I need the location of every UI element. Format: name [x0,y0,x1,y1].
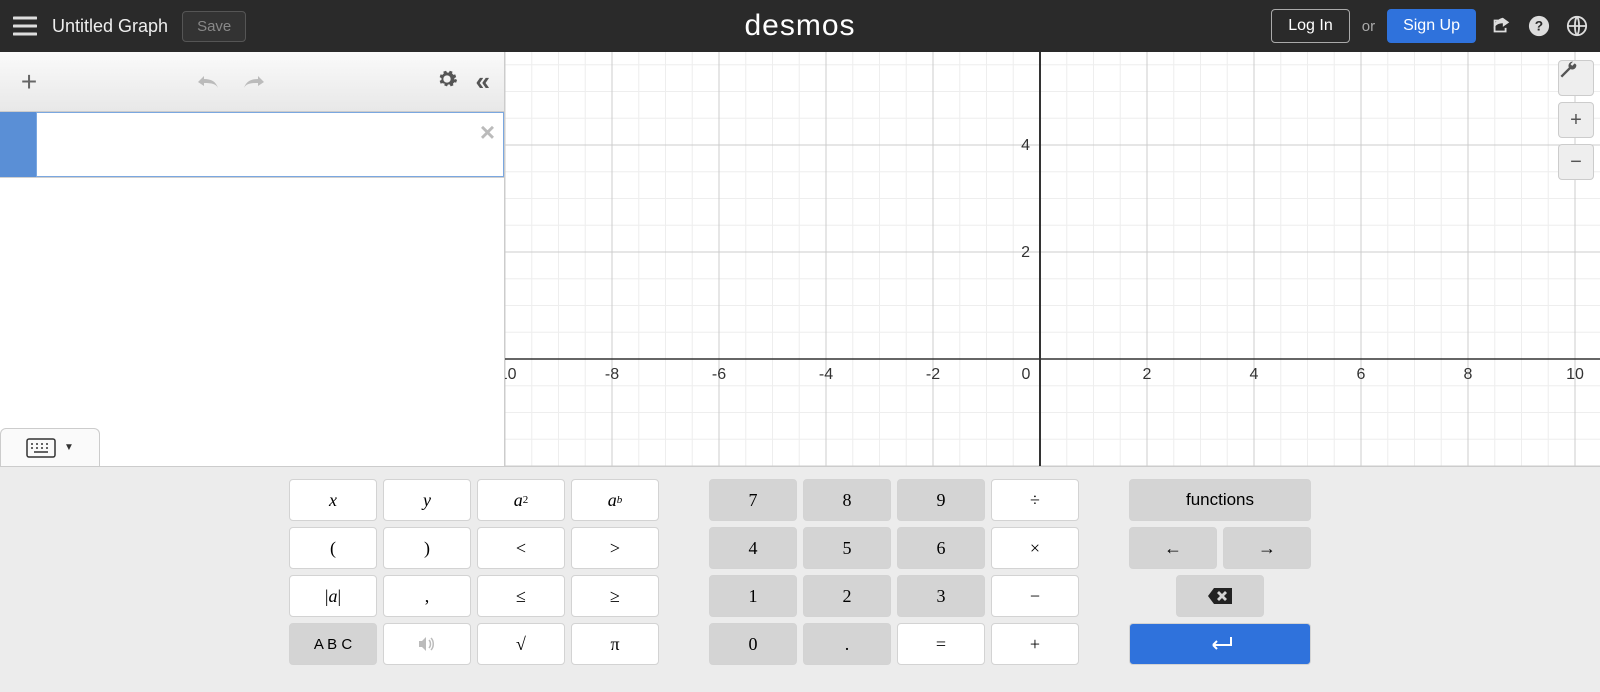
expression-sidebar: + « × [0,52,505,466]
expression-input[interactable]: × [36,112,504,177]
chevron-down-icon: ▼ [64,442,74,453]
app-header: Untitled Graph Save desmos Log In or Sig… [0,0,1600,52]
zoom-in-button[interactable]: + [1558,102,1594,138]
kbd-group-digits: 7 8 9 ÷ 4 5 6 × 1 2 3 − 0 . = + [709,479,1079,692]
key-abs[interactable]: |a| [289,575,377,617]
svg-text:4: 4 [1250,366,1259,383]
svg-text:-4: -4 [819,366,833,383]
or-text: or [1362,18,1375,35]
expression-row: × [0,112,504,178]
key-equals[interactable]: = [897,623,985,665]
key-dot[interactable]: . [803,623,891,665]
key-sound[interactable] [383,623,471,665]
sidebar-tool-right: « [436,66,490,97]
key-9[interactable]: 9 [897,479,985,521]
graph-title[interactable]: Untitled Graph [52,16,168,37]
kbd-group-actions: functions ← → [1129,479,1311,692]
key-5[interactable]: 5 [803,527,891,569]
add-expression-button[interactable]: + [14,66,44,98]
key-sqrt[interactable]: √ [477,623,565,665]
globe-icon[interactable] [1564,13,1590,39]
wrench-icon[interactable] [1558,60,1594,96]
key-backspace[interactable] [1176,575,1264,617]
key-enter[interactable] [1129,623,1311,665]
key-minus[interactable]: − [991,575,1079,617]
svg-text:-8: -8 [605,366,619,383]
key-8[interactable]: 8 [803,479,891,521]
key-functions[interactable]: functions [1129,479,1311,521]
redo-icon[interactable] [240,66,268,97]
keyboard-icon [26,438,56,458]
svg-text:4: 4 [1021,137,1030,154]
svg-text:-2: -2 [926,366,940,383]
svg-text:0: 0 [1022,366,1031,383]
svg-text:2: 2 [1021,244,1030,261]
menu-icon[interactable] [10,11,40,41]
svg-text:?: ? [1535,19,1543,34]
key-le[interactable]: ≤ [477,575,565,617]
login-button[interactable]: Log In [1271,9,1349,43]
key-7[interactable]: 7 [709,479,797,521]
svg-text:6: 6 [1357,366,1366,383]
key-3[interactable]: 3 [897,575,985,617]
key-4[interactable]: 4 [709,527,797,569]
graph-grid: -10 -8 -6 -4 -2 0 2 4 6 8 10 4 2 [505,52,1600,466]
key-y[interactable]: y [383,479,471,521]
undo-icon[interactable] [194,66,222,97]
key-arrow-right[interactable]: → [1223,527,1311,569]
key-power[interactable]: ab [571,479,659,521]
header-right: Log In or Sign Up ? [1271,9,1590,43]
key-0[interactable]: 0 [709,623,797,665]
key-squared[interactable]: a2 [477,479,565,521]
key-rparen[interactable]: ) [383,527,471,569]
svg-text:2: 2 [1143,366,1152,383]
graph-tools: + − [1558,60,1594,180]
key-6[interactable]: 6 [897,527,985,569]
main-area: + « × [0,52,1600,466]
keyboard-toggle[interactable]: ▼ [0,428,100,466]
close-icon[interactable]: × [480,117,495,148]
key-pi[interactable]: π [571,623,659,665]
key-plus[interactable]: + [991,623,1079,665]
kbd-group-symbols: x y a2 ab ( ) < > |a| , ≤ ≥ A B C √ π [289,479,659,692]
key-lt[interactable]: < [477,527,565,569]
key-divide[interactable]: ÷ [991,479,1079,521]
undo-redo-group [194,66,268,97]
share-icon[interactable] [1488,13,1514,39]
key-arrow-left[interactable]: ← [1129,527,1217,569]
key-lparen[interactable]: ( [289,527,377,569]
gear-icon[interactable] [436,68,458,96]
svg-text:-10: -10 [505,366,517,383]
key-2[interactable]: 2 [803,575,891,617]
svg-text:10: 10 [1566,366,1584,383]
key-1[interactable]: 1 [709,575,797,617]
key-multiply[interactable]: × [991,527,1079,569]
key-comma[interactable]: , [383,575,471,617]
key-abc[interactable]: A B C [289,623,377,665]
svg-text:-6: -6 [712,366,726,383]
graph-pane[interactable]: -10 -8 -6 -4 -2 0 2 4 6 8 10 4 2 + − [505,52,1600,466]
brand-logo: desmos [744,9,855,43]
signup-button[interactable]: Sign Up [1387,9,1476,43]
zoom-out-button[interactable]: − [1558,144,1594,180]
key-gt[interactable]: > [571,527,659,569]
collapse-sidebar-icon[interactable]: « [476,66,490,97]
sidebar-toolbar: + « [0,52,504,112]
save-button[interactable]: Save [182,11,246,42]
key-ge[interactable]: ≥ [571,575,659,617]
help-icon[interactable]: ? [1526,13,1552,39]
expression-color-tab[interactable] [0,112,36,177]
onscreen-keyboard: x y a2 ab ( ) < > |a| , ≤ ≥ A B C √ π 7 [0,466,1600,692]
key-x[interactable]: x [289,479,377,521]
svg-text:8: 8 [1464,366,1473,383]
